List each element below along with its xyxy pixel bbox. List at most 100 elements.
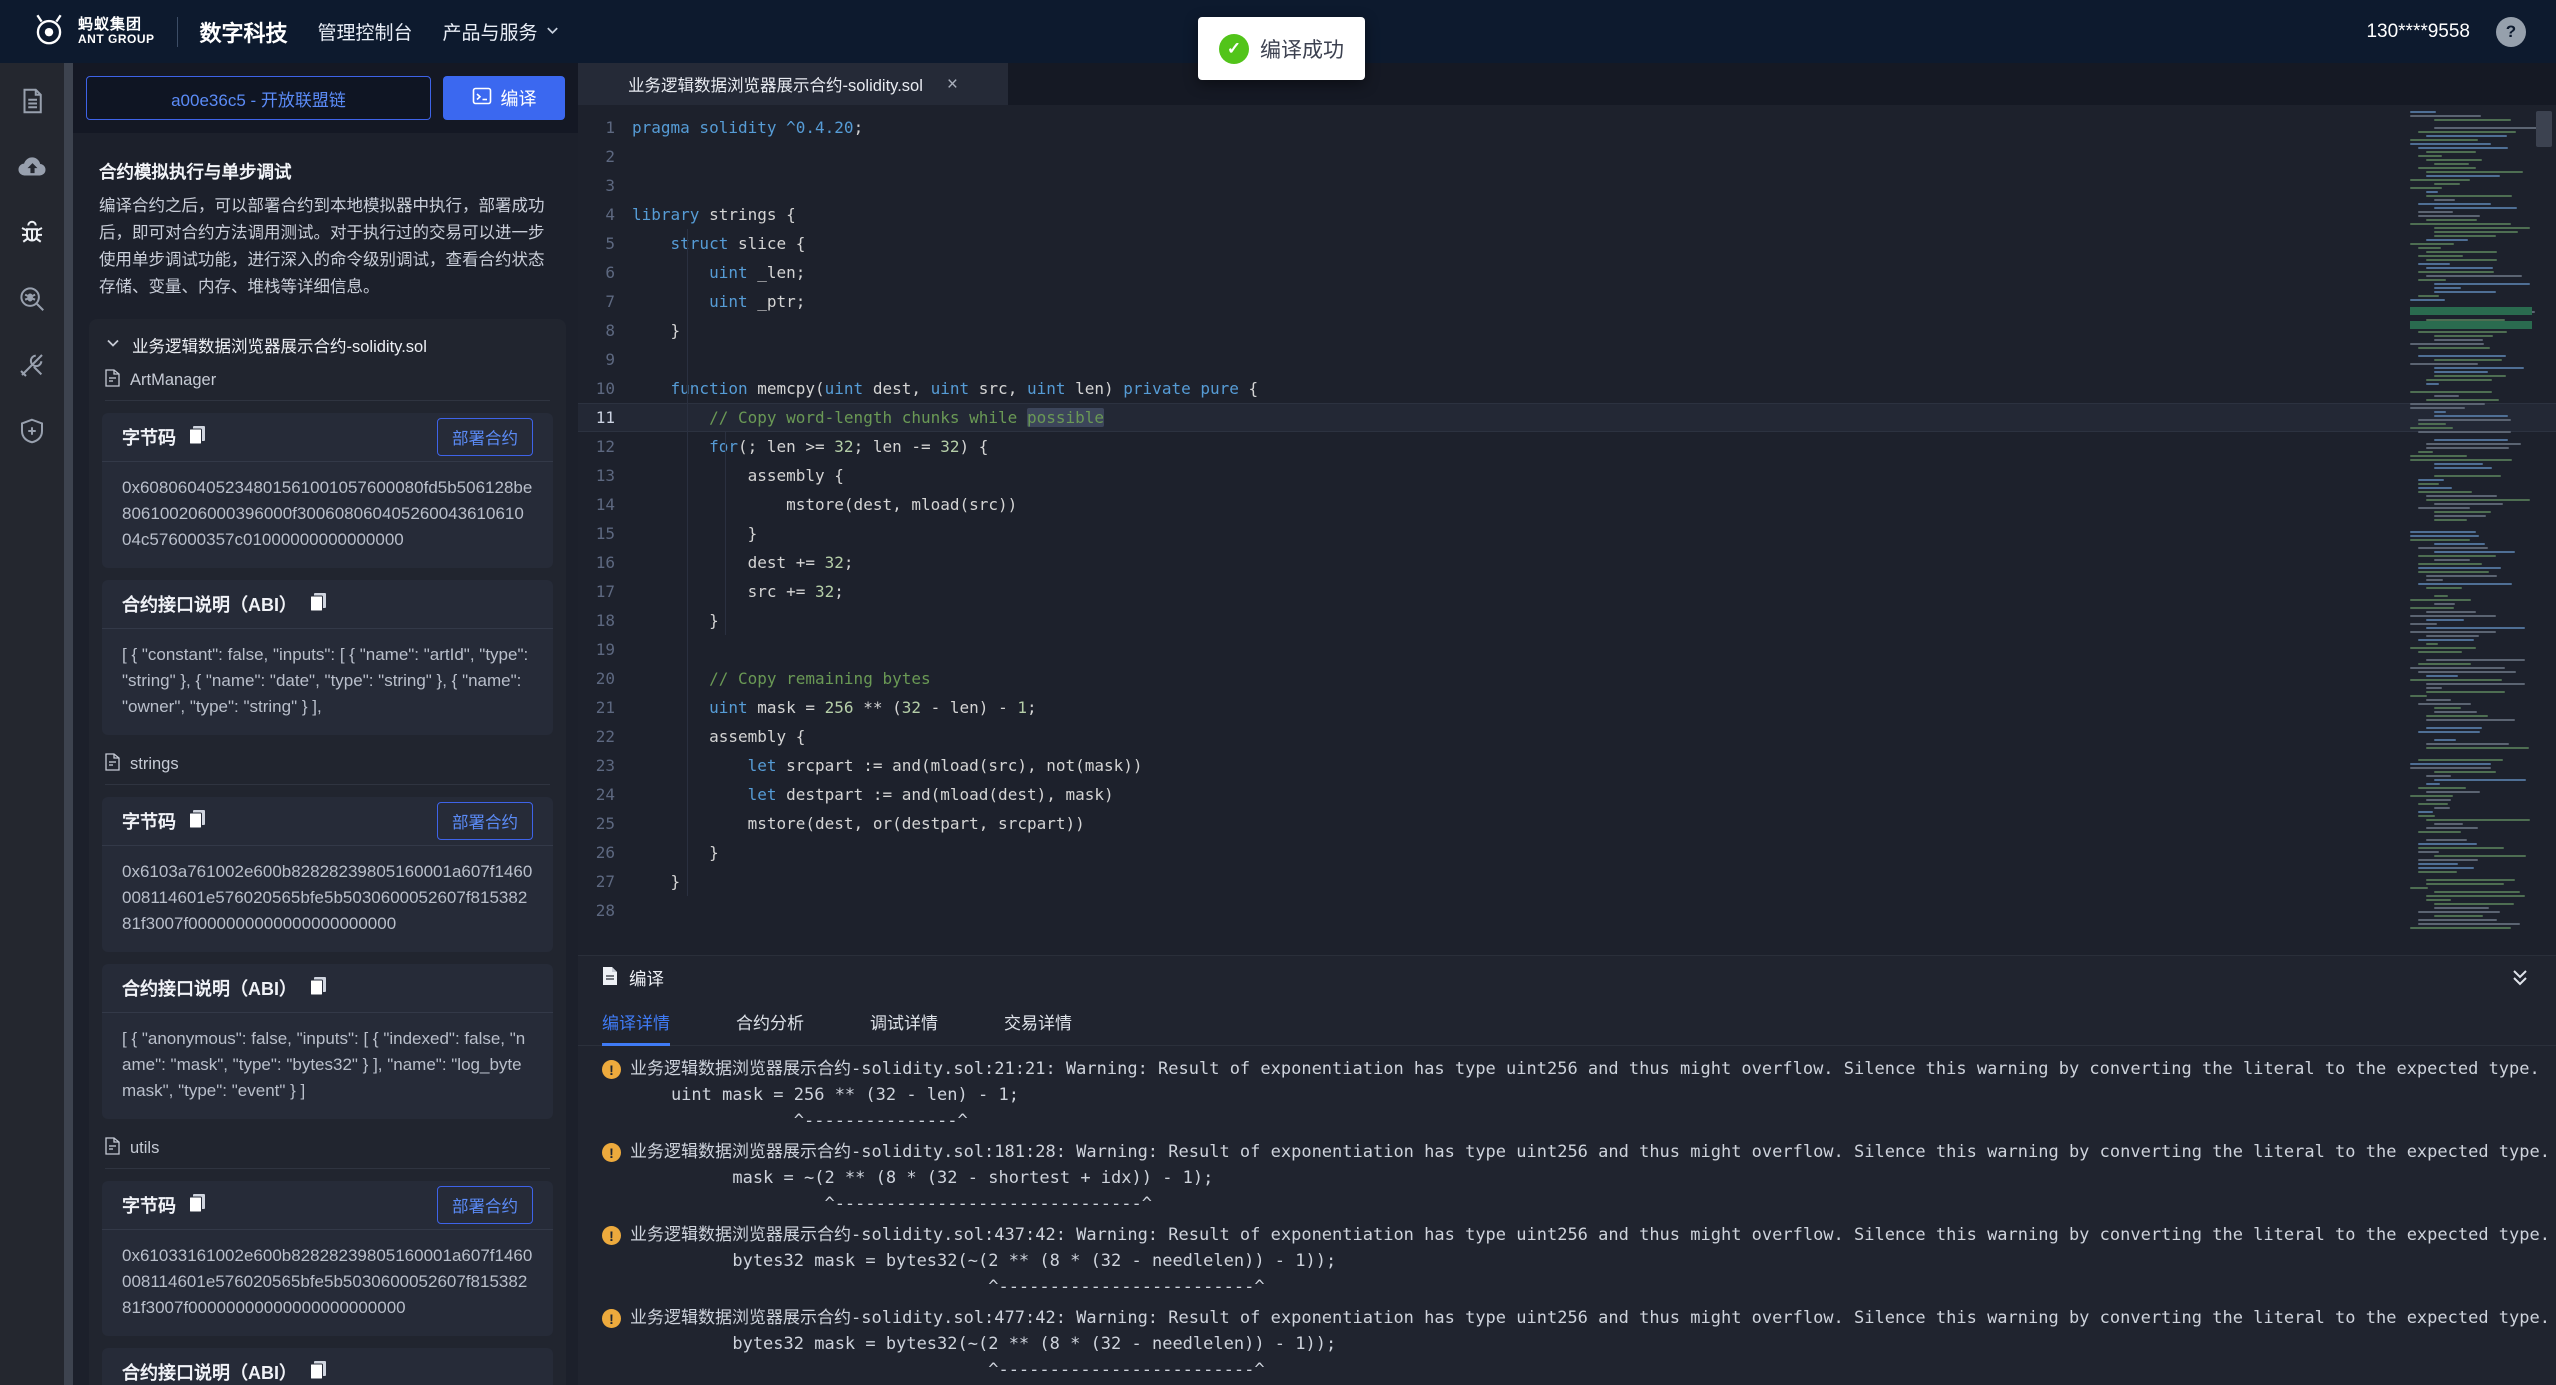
minimap-line	[2434, 335, 2493, 337]
nav-products-services-label: 产品与服务	[443, 18, 538, 45]
rail-item-document[interactable]	[0, 70, 64, 136]
contract-item-ArtManager[interactable]: ArtManager	[89, 363, 566, 397]
warning-icon: !	[602, 1143, 621, 1162]
minimap-line	[2434, 439, 2508, 441]
close-icon[interactable]: ×	[947, 75, 958, 94]
code-line-7[interactable]: 7 uint _ptr;	[578, 287, 2556, 316]
rail-item-security[interactable]	[0, 400, 64, 466]
copy-icon[interactable]	[309, 1360, 327, 1385]
abi-card-header: 合约接口说明（ABI）	[102, 580, 553, 628]
minimap-line	[2410, 763, 2491, 765]
rail-item-deploy[interactable]	[0, 136, 64, 202]
minimap-line	[2410, 655, 2532, 657]
bottom-tab-2[interactable]: 调试详情	[870, 1000, 938, 1046]
code-line-10[interactable]: 10 function memcpy(uint dest, uint src, …	[578, 374, 2556, 403]
code-line-11[interactable]: 11 // Copy word-length chunks while poss…	[578, 403, 2556, 432]
editor-scrollbar-thumb[interactable]	[2536, 111, 2552, 147]
minimap-line	[2434, 543, 2485, 545]
minimap-line	[2410, 435, 2532, 437]
minimap-line	[2410, 427, 2453, 429]
code-area[interactable]: 1pragma solidity ^0.4.20;234library stri…	[578, 105, 2556, 955]
minimap-line	[2410, 459, 2512, 461]
bytecode-card-header: 字节码部署合约	[102, 797, 553, 845]
bottom-tab-1[interactable]: 合约分析	[736, 1000, 804, 1046]
code-line-15[interactable]: 15 }	[578, 519, 2556, 548]
warning-item-2: !业务逻辑数据浏览器展示合约-solidity.sol:437:42: Warn…	[602, 1222, 2556, 1300]
code-line-25[interactable]: 25 mstore(dest, or(destpart, srcpart))	[578, 809, 2556, 838]
compile-button[interactable]: 编译	[443, 76, 565, 120]
code-line-22[interactable]: 22 assembly {	[578, 722, 2556, 751]
copy-icon[interactable]	[188, 425, 206, 450]
minimap-line	[2426, 791, 2480, 793]
tree-file-row[interactable]: 业务逻辑数据浏览器展示合约-solidity.sol	[89, 327, 566, 363]
code-line-24[interactable]: 24 let destpart := and(mload(dest), mask…	[578, 780, 2556, 809]
chain-select-button[interactable]: a00e36c5 - 开放联盟链	[86, 76, 431, 120]
code-line-8[interactable]: 8 }	[578, 316, 2556, 345]
minimap-line	[2418, 851, 2439, 853]
copy-icon[interactable]	[188, 1193, 206, 1218]
collapse-panel-icon[interactable]	[2508, 966, 2532, 990]
rail-item-inspect[interactable]	[0, 268, 64, 334]
minimap-line	[2426, 635, 2479, 637]
warning-message-row: !业务逻辑数据浏览器展示合约-solidity.sol:477:42: Warn…	[602, 1305, 2556, 1331]
code-line-5[interactable]: 5 struct slice {	[578, 229, 2556, 258]
deploy-contract-button[interactable]: 部署合约	[437, 802, 533, 840]
code-line-1[interactable]: 1pragma solidity ^0.4.20;	[578, 113, 2556, 142]
code-line-12[interactable]: 12 for(; len >= 32; len -= 32) {	[578, 432, 2556, 461]
code-text: }	[632, 843, 719, 862]
code-line-23[interactable]: 23 let srcpart := and(mload(src), not(ma…	[578, 751, 2556, 780]
minimap-highlight	[2410, 321, 2532, 329]
code-line-4[interactable]: 4library strings {	[578, 200, 2556, 229]
rail-item-debug[interactable]	[0, 202, 64, 268]
minimap-line	[2434, 231, 2518, 233]
sidebar-scrollbar[interactable]	[64, 63, 73, 1385]
code-line-6[interactable]: 6 uint _len;	[578, 258, 2556, 287]
ant-group-logo[interactable]: 蚂蚁集团 ANT GROUP	[30, 10, 155, 53]
minimap-line	[2426, 687, 2442, 689]
copy-icon[interactable]	[188, 809, 206, 834]
code-text: library strings {	[632, 205, 796, 224]
nav-console[interactable]: 管理控制台	[318, 18, 413, 45]
copy-icon[interactable]	[309, 976, 327, 1001]
code-line-19[interactable]: 19	[578, 635, 2556, 664]
minimap[interactable]	[2410, 111, 2532, 949]
minimap-line	[2426, 575, 2497, 577]
minimap-highlight	[2410, 307, 2532, 315]
editor-tab-active[interactable]: 业务逻辑数据浏览器展示合约-solidity.sol ×	[578, 63, 1008, 105]
code-line-26[interactable]: 26 }	[578, 838, 2556, 867]
nav-products-services[interactable]: 产品与服务	[443, 18, 560, 45]
code-line-28[interactable]: 28	[578, 896, 2556, 925]
minimap-line	[2426, 727, 2482, 729]
code-line-27[interactable]: 27 }	[578, 867, 2556, 896]
minimap-line	[2426, 495, 2497, 497]
code-line-17[interactable]: 17 src += 32;	[578, 577, 2556, 606]
code-text: let srcpart := and(mload(src), not(mask)…	[632, 756, 1143, 775]
bottom-tab-3[interactable]: 交易详情	[1004, 1000, 1072, 1046]
copy-icon[interactable]	[309, 592, 327, 617]
minimap-line	[2426, 643, 2438, 645]
minimap-line	[2418, 147, 2508, 149]
code-line-9[interactable]: 9	[578, 345, 2556, 374]
code-line-20[interactable]: 20 // Copy remaining bytes	[578, 664, 2556, 693]
code-line-2[interactable]: 2	[578, 142, 2556, 171]
code-text: function memcpy(uint dest, uint src, uin…	[632, 379, 1258, 398]
minimap-line	[2418, 859, 2478, 861]
code-line-16[interactable]: 16 dest += 32;	[578, 548, 2556, 577]
minimap-line	[2426, 783, 2440, 785]
code-line-14[interactable]: 14 mstore(dest, mload(src))	[578, 490, 2556, 519]
minimap-line	[2434, 287, 2461, 289]
minimap-line	[2410, 539, 2470, 541]
contract-item-strings[interactable]: strings	[89, 747, 566, 781]
contract-item-utils[interactable]: utils	[89, 1131, 566, 1165]
account-phone[interactable]: 130****9558	[2366, 21, 2470, 43]
code-line-18[interactable]: 18 }	[578, 606, 2556, 635]
deploy-contract-button[interactable]: 部署合约	[437, 1186, 533, 1224]
bottom-tab-0[interactable]: 编译详情	[602, 1000, 670, 1046]
rail-item-tools[interactable]	[0, 334, 64, 400]
code-line-21[interactable]: 21 uint mask = 256 ** (32 - len) - 1;	[578, 693, 2556, 722]
minimap-line	[2418, 555, 2496, 557]
help-icon[interactable]: ?	[2496, 17, 2526, 47]
deploy-contract-button[interactable]: 部署合约	[437, 418, 533, 456]
code-line-3[interactable]: 3	[578, 171, 2556, 200]
code-line-13[interactable]: 13 assembly {	[578, 461, 2556, 490]
